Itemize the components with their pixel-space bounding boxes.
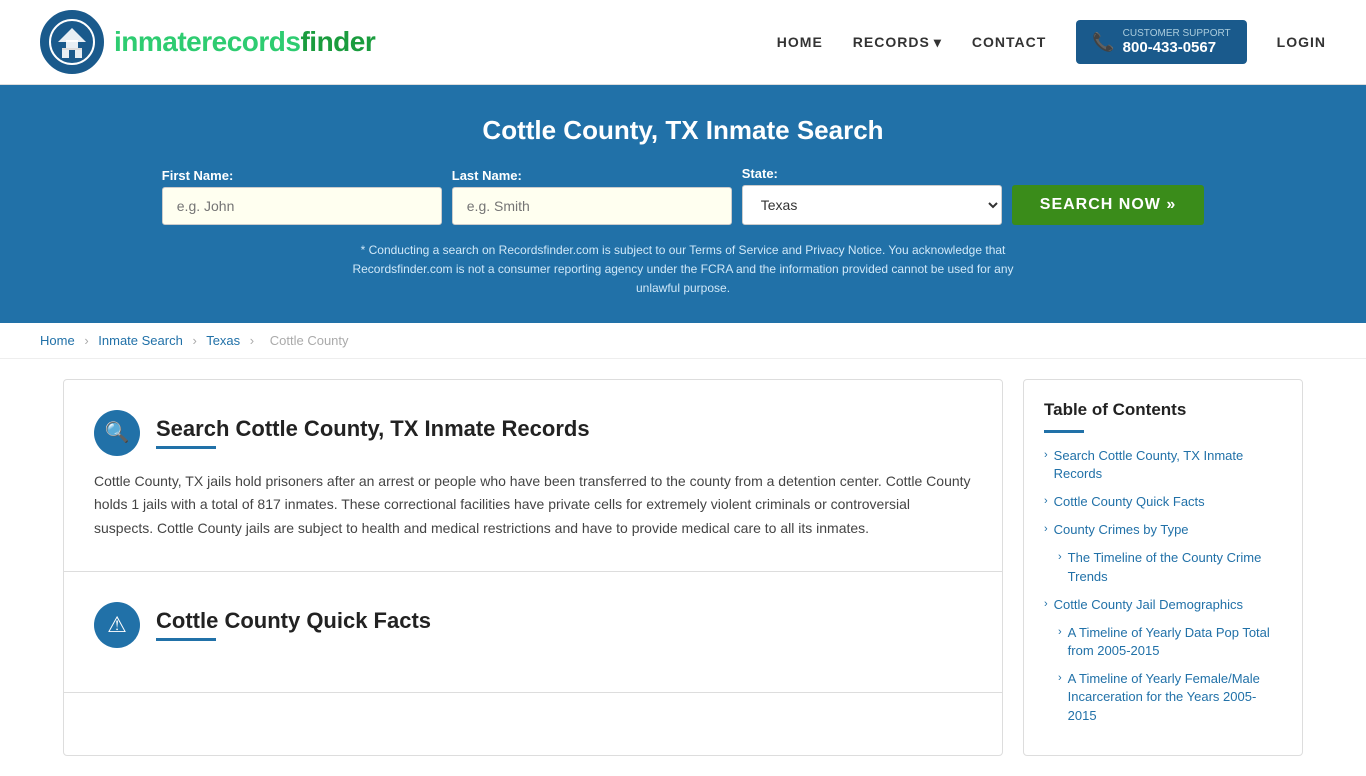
nav-home[interactable]: HOME xyxy=(777,34,823,50)
title-underline xyxy=(156,446,216,449)
toc-item[interactable]: › A Timeline of Yearly Female/Male Incarc… xyxy=(1044,670,1282,725)
toc-link[interactable]: A Timeline of Yearly Data Pop Total from… xyxy=(1068,624,1282,660)
toc-item[interactable]: › A Timeline of Yearly Data Pop Total fro… xyxy=(1044,624,1282,660)
chevron-icon: › xyxy=(1058,626,1062,638)
main-layout: 🔍 Search Cottle County, TX Inmate Record… xyxy=(43,379,1323,756)
last-name-input[interactable] xyxy=(452,187,732,225)
first-name-input[interactable] xyxy=(162,187,442,225)
search-section-title: Search Cottle County, TX Inmate Records xyxy=(156,416,590,442)
content-area: 🔍 Search Cottle County, TX Inmate Record… xyxy=(63,379,1003,756)
nav-records[interactable]: RECORDS ▾ xyxy=(853,34,942,51)
breadcrumb-sep-1: › xyxy=(84,333,88,348)
last-name-field-group: Last Name: xyxy=(452,168,732,225)
toc-item[interactable]: › Search Cottle County, TX Inmate Records xyxy=(1044,447,1282,483)
chevron-icon: › xyxy=(1058,672,1062,684)
toc-title: Table of Contents xyxy=(1044,400,1282,420)
nav-contact[interactable]: CONTACT xyxy=(972,34,1046,50)
first-name-field-group: First Name: xyxy=(162,168,442,225)
quick-facts-section: ⚠ Cottle County Quick Facts xyxy=(64,572,1002,693)
facts-title-wrap: Cottle County Quick Facts xyxy=(156,608,431,641)
toc-link[interactable]: County Crimes by Type xyxy=(1054,521,1189,539)
logo-area: inmaterecordsfinder xyxy=(40,10,375,74)
toc-divider xyxy=(1044,430,1084,433)
nav-records-label: RECORDS xyxy=(853,34,930,50)
logo-main-text: inmaterecords xyxy=(114,26,300,57)
search-icon: 🔍 xyxy=(94,410,140,456)
logo-icon xyxy=(40,10,104,74)
alert-icon: ⚠ xyxy=(94,602,140,648)
breadcrumb-sep-2: › xyxy=(192,333,196,348)
breadcrumb-inmate-search[interactable]: Inmate Search xyxy=(98,333,183,348)
breadcrumb-state[interactable]: Texas xyxy=(206,333,240,348)
logo-text: inmaterecordsfinder xyxy=(114,26,375,58)
chevron-icon: › xyxy=(1044,523,1048,535)
toc-link[interactable]: Cottle County Jail Demographics xyxy=(1054,596,1243,614)
toc-item[interactable]: › Cottle County Quick Facts xyxy=(1044,493,1282,511)
toc-link[interactable]: Cottle County Quick Facts xyxy=(1054,493,1205,511)
section-header-search: 🔍 Search Cottle County, TX Inmate Record… xyxy=(94,410,972,456)
main-nav: HOME RECORDS ▾ CONTACT 📞 CUSTOMER SUPPOR… xyxy=(777,20,1326,64)
breadcrumb-county: Cottle County xyxy=(270,333,349,348)
breadcrumb-sep-3: › xyxy=(250,333,254,348)
toc-link[interactable]: A Timeline of Yearly Female/Male Incarce… xyxy=(1068,670,1282,725)
section-header-facts: ⚠ Cottle County Quick Facts xyxy=(94,602,972,648)
customer-support-block: 📞 CUSTOMER SUPPORT 800-433-0567 xyxy=(1076,20,1246,64)
breadcrumb-home[interactable]: Home xyxy=(40,333,75,348)
site-header: inmaterecordsfinder HOME RECORDS ▾ CONTA… xyxy=(0,0,1366,85)
state-field-group: State: AlabamaAlaskaArizonaArkansasCalif… xyxy=(742,166,1002,225)
toc-item[interactable]: › The Timeline of the County Crime Trends xyxy=(1044,549,1282,585)
toc-link[interactable]: Search Cottle County, TX Inmate Records xyxy=(1054,447,1282,483)
toc-link[interactable]: The Timeline of the County Crime Trends xyxy=(1068,549,1282,585)
sidebar-toc: Table of Contents › Search Cottle County,… xyxy=(1023,379,1303,756)
chevron-icon: › xyxy=(1058,551,1062,563)
search-form: First Name: Last Name: State: AlabamaAla… xyxy=(40,166,1326,225)
last-name-label: Last Name: xyxy=(452,168,522,183)
toc-box: Table of Contents › Search Cottle County,… xyxy=(1023,379,1303,756)
state-select[interactable]: AlabamaAlaskaArizonaArkansasCaliforniaCo… xyxy=(742,185,1002,225)
logo-accent-text: finder xyxy=(300,26,375,57)
facts-section-title: Cottle County Quick Facts xyxy=(156,608,431,634)
chevron-down-icon: ▾ xyxy=(934,34,942,51)
support-label: CUSTOMER SUPPORT xyxy=(1123,28,1231,39)
toc-item[interactable]: › Cottle County Jail Demographics xyxy=(1044,596,1282,614)
toc-items-container: › Search Cottle County, TX Inmate Records… xyxy=(1044,447,1282,725)
state-label: State: xyxy=(742,166,778,181)
disclaimer-text: * Conducting a search on Recordsfinder.c… xyxy=(333,241,1033,299)
search-section-body: Cottle County, TX jails hold prisoners a… xyxy=(94,470,972,541)
page-title: Cottle County, TX Inmate Search xyxy=(40,115,1326,146)
hero-banner: Cottle County, TX Inmate Search First Na… xyxy=(0,85,1366,323)
first-name-label: First Name: xyxy=(162,168,234,183)
breadcrumb: Home › Inmate Search › Texas › Cottle Co… xyxy=(0,323,1366,359)
support-info: CUSTOMER SUPPORT 800-433-0567 xyxy=(1123,28,1231,56)
chevron-icon: › xyxy=(1044,449,1048,461)
phone-icon: 📞 xyxy=(1092,32,1114,53)
facts-title-underline xyxy=(156,638,216,641)
search-button[interactable]: SEARCH NOW » xyxy=(1012,185,1204,225)
search-title-wrap: Search Cottle County, TX Inmate Records xyxy=(156,416,590,449)
support-phone: 800-433-0567 xyxy=(1123,39,1231,56)
chevron-icon: › xyxy=(1044,598,1048,610)
search-records-section: 🔍 Search Cottle County, TX Inmate Record… xyxy=(64,380,1002,572)
toc-item[interactable]: › County Crimes by Type xyxy=(1044,521,1282,539)
chevron-icon: › xyxy=(1044,495,1048,507)
nav-login[interactable]: LOGIN xyxy=(1277,34,1326,50)
